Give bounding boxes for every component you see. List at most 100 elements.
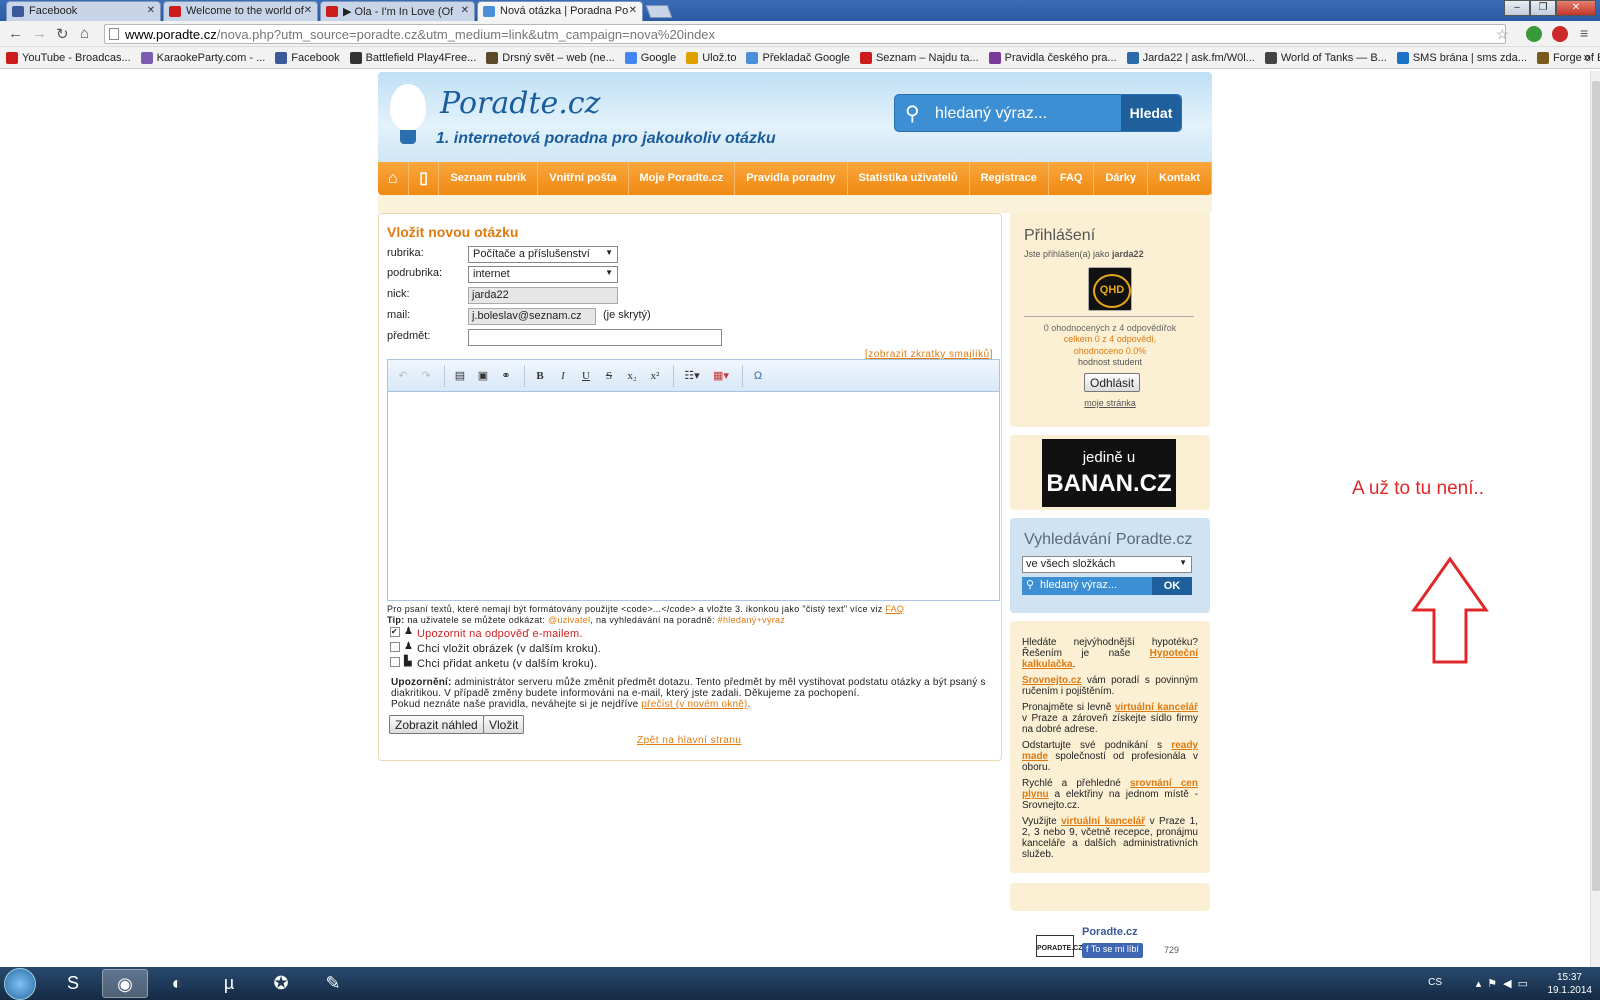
chrome-taskbar-icon[interactable]: ◉ (102, 969, 148, 998)
avatar[interactable] (1088, 267, 1132, 311)
logout-button[interactable]: Odhlásit (1084, 373, 1141, 392)
address-bar[interactable]: www.poradte.cz/nova.php?utm_source=porad… (104, 24, 1506, 44)
bookmark-item[interactable]: Ulož.to (686, 47, 736, 68)
editor-body[interactable] (388, 392, 999, 600)
close-tab-icon[interactable]: ✕ (629, 5, 637, 16)
bookmark-item[interactable]: Forge of Empires (1536, 47, 1600, 68)
nav-vnitrni-posta[interactable]: Vnitřní pošta (538, 162, 629, 195)
reload-icon[interactable]: ↻ (56, 25, 69, 43)
facebook-like-button[interactable]: f To se mi líbí (1082, 943, 1143, 958)
close-window-button[interactable]: ✕ (1556, 0, 1596, 16)
menu-icon[interactable]: ≡ (1580, 25, 1588, 41)
bookmark-item[interactable]: SMS brána | sms zda... (1396, 47, 1527, 68)
ad-link[interactable]: Srovnejto.cz (1022, 675, 1081, 686)
bookmark-item[interactable]: Překladač Google (746, 47, 850, 68)
superscript-icon[interactable]: x² (645, 366, 665, 386)
tab-nova-otazka[interactable]: Nová otázka | Poradna Po ✕ (477, 1, 643, 21)
special-char-icon[interactable]: Ω (748, 366, 768, 386)
notify-email-checkbox[interactable]: ✔ (390, 627, 400, 637)
bookmark-item[interactable]: World of Tanks — B... (1264, 47, 1387, 68)
nav-kontakt[interactable]: Kontakt (1148, 162, 1212, 195)
bookmark-item[interactable]: Drsný svět – web (ne... (486, 47, 615, 68)
nav-seznam-rubrik[interactable]: Seznam rubrik (439, 162, 539, 195)
ad-link[interactable]: virtuální kancelář (1061, 816, 1145, 827)
link-icon[interactable]: ⚭ (496, 366, 516, 386)
skype-taskbar-icon[interactable]: S (50, 969, 96, 998)
mail-field[interactable]: j.boleslav@seznam.cz (468, 308, 596, 325)
bookmark-item[interactable]: Facebook (275, 47, 340, 68)
read-rules-link[interactable]: přečíst (v novém okně) (641, 699, 747, 710)
clock-date[interactable]: 19.1.2014 (1548, 985, 1593, 996)
app-taskbar-icon[interactable]: ◐ (154, 969, 200, 998)
back-to-home-link[interactable]: Zpět na hlavní stranu (637, 735, 741, 746)
image-icon[interactable]: ▣ (473, 366, 493, 386)
tab-ola[interactable]: ▶ Ola - I'm In Love (Of ✕ (320, 1, 475, 21)
preview-button[interactable]: Zobrazit náhled (389, 715, 484, 734)
undo-icon[interactable]: ↶ (393, 366, 413, 386)
mobile-icon[interactable]: ▯ (409, 162, 440, 195)
bookmark-item[interactable]: Pravidla českého pra... (988, 47, 1117, 68)
clock-time[interactable]: 15:37 (1557, 972, 1582, 983)
home-icon[interactable]: ⌂ (378, 162, 409, 195)
bookmark-item[interactable]: KaraokeParty.com - ... (140, 47, 265, 68)
forward-icon[interactable]: → (32, 25, 47, 42)
extension-icon[interactable] (1526, 26, 1542, 42)
predmet-field[interactable] (468, 329, 722, 346)
close-tab-icon[interactable]: ✕ (304, 5, 312, 16)
vertical-scrollbar[interactable] (1590, 71, 1600, 967)
close-tab-icon[interactable]: ✕ (461, 5, 469, 16)
faq-link[interactable]: FAQ (885, 604, 904, 614)
nav-registrace[interactable]: Registrace (970, 162, 1049, 195)
site-logo[interactable]: Poradte.cz (440, 86, 600, 121)
podrubrika-select[interactable]: internet ▼ (468, 266, 618, 283)
utorrent-taskbar-icon[interactable]: µ (206, 969, 252, 998)
bookmark-item[interactable]: YouTube - Broadcas... (6, 47, 131, 68)
facebook-page-name[interactable]: Poradte.cz (1082, 926, 1138, 938)
scrollbar-thumb[interactable] (1592, 81, 1600, 891)
maximize-button[interactable]: ❐ (1530, 0, 1556, 16)
sidebar-search-input[interactable]: ⚲ hledaný výraz... (1022, 577, 1152, 595)
redo-icon[interactable]: ↷ (416, 366, 436, 386)
table-icon[interactable]: ▦▾ (708, 366, 734, 386)
banan-banner[interactable]: jedině u BANAN.CZ (1042, 439, 1176, 507)
start-button[interactable] (4, 968, 36, 1000)
back-icon[interactable]: ← (8, 25, 23, 42)
add-poll-checkbox[interactable] (390, 657, 400, 667)
more-bookmarks-icon[interactable]: » (1583, 50, 1590, 64)
subscript-icon[interactable]: x₂ (622, 366, 642, 386)
rubrika-select[interactable]: Počítače a příslušenství ▼ (468, 246, 618, 263)
nav-darky[interactable]: Dárky (1094, 162, 1149, 195)
bookmark-star-icon[interactable]: ☆ (1496, 26, 1509, 43)
italic-icon[interactable]: I (553, 366, 573, 386)
bold-icon[interactable]: B (530, 366, 550, 386)
list-icon[interactable]: ☷▾ (679, 366, 705, 386)
extension-icon[interactable] (1552, 26, 1568, 42)
ad-link[interactable]: virtuální kancelář (1115, 702, 1198, 713)
tray-icons[interactable]: ▴⚑◀▭ (1476, 977, 1534, 990)
header-search-input[interactable]: hledaný výraz... (935, 105, 1047, 123)
sidebar-search-ok-button[interactable]: OK (1152, 577, 1192, 595)
search-scope-select[interactable]: ve všech složkách ▼ (1022, 556, 1192, 573)
bookmark-item[interactable]: Google (624, 47, 676, 68)
tab-facebook[interactable]: Facebook ✕ (6, 1, 161, 21)
nav-pravidla[interactable]: Pravidla poradny (735, 162, 848, 195)
nav-faq[interactable]: FAQ (1049, 162, 1095, 195)
tab-welcome[interactable]: Welcome to the world of ✕ (163, 1, 318, 21)
underline-icon[interactable]: U (576, 366, 596, 386)
nav-statistika[interactable]: Statistika uživatelů (848, 162, 970, 195)
bookmark-item[interactable]: Battlefield Play4Free... (349, 47, 476, 68)
strikethrough-icon[interactable]: S (599, 366, 619, 386)
paint-taskbar-icon[interactable]: ✎ (310, 969, 356, 998)
submit-button[interactable]: Vložit (483, 715, 525, 734)
new-tab-button[interactable] (645, 5, 673, 18)
my-page-link[interactable]: moje stránka (1010, 398, 1210, 408)
search-button[interactable]: Hledat (1121, 95, 1181, 131)
language-indicator[interactable]: CS (1428, 977, 1442, 988)
bookmark-item[interactable]: Seznam – Najdu ta... (859, 47, 979, 68)
add-image-checkbox[interactable] (390, 642, 400, 652)
minimize-button[interactable]: – (1504, 0, 1530, 16)
home-icon[interactable]: ⌂ (80, 25, 89, 42)
nick-field[interactable]: jarda22 (468, 287, 618, 304)
paste-text-icon[interactable]: ▤ (450, 366, 470, 386)
facebook-page-logo[interactable]: PORADTE.CZ (1036, 935, 1083, 957)
